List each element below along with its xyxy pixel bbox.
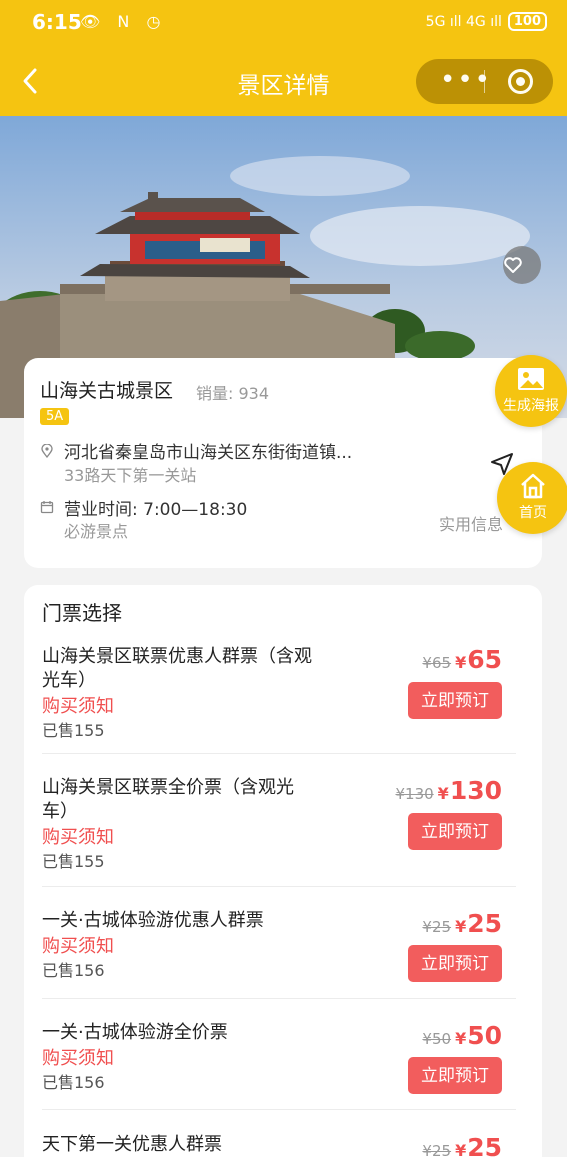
sold-count: 已售155 xyxy=(42,721,105,740)
location-pin-icon xyxy=(41,444,53,458)
favorite-button[interactable] xyxy=(503,246,541,284)
price-group: ¥50 ¥50 xyxy=(422,1021,502,1050)
sold-count: 已售156 xyxy=(42,1073,105,1092)
ticket-item: 山海关景区联票全价票（含观光车） 购买须知 已售155 ¥130 ¥130 立即预… xyxy=(42,776,516,887)
ticket-section-title: 门票选择 xyxy=(42,601,122,625)
status-left-icons: 👁 N ◷ xyxy=(80,12,167,31)
address-text[interactable]: 河北省秦皇岛市山海关区东街街道镇... xyxy=(64,438,352,463)
current-price: ¥65 xyxy=(455,645,502,674)
ticket-item: 一关·古城体验游全价票 购买须知 已售156 ¥50 ¥50 立即预订 xyxy=(42,1021,516,1110)
scenic-info-card: 山海关古城景区 销量: 934 5A 河北省秦皇岛市山海关区东街街道镇... 3… xyxy=(24,358,542,568)
original-price: ¥25 xyxy=(422,1142,452,1157)
status-time: 6:15 xyxy=(32,10,82,34)
battery-icon: 100 xyxy=(507,12,547,31)
sold-count: 已售155 xyxy=(42,852,105,871)
original-price: ¥130 xyxy=(395,785,434,803)
purchase-notice-link[interactable]: 购买须知 xyxy=(42,1044,114,1070)
ticket-selection-card: 门票选择 山海关景区联票优惠人群票（含观光车） 购买须知 已售155 ¥65 ¥6… xyxy=(24,585,542,1157)
capsule-divider xyxy=(484,70,485,93)
book-now-button[interactable]: 立即预订 xyxy=(408,813,502,850)
book-now-button[interactable]: 立即预订 xyxy=(408,945,502,982)
original-price: ¥25 xyxy=(422,918,452,936)
scenic-name: 山海关古城景区 xyxy=(40,380,174,402)
ticket-name: 一关·古城体验游全价票 xyxy=(42,1022,228,1043)
price-group: ¥25 ¥25 xyxy=(422,1133,502,1157)
scenic-tag: 必游景点 xyxy=(64,522,129,541)
current-price: ¥25 xyxy=(455,1133,502,1157)
calendar-icon xyxy=(40,501,54,514)
book-now-button[interactable]: 立即预订 xyxy=(408,682,502,719)
home-button[interactable]: 首页 xyxy=(497,462,567,534)
purchase-notice-link[interactable]: 购买须知 xyxy=(42,823,114,849)
ticket-name: 一关·古城体验游优惠人群票 xyxy=(42,910,264,931)
current-price: ¥50 xyxy=(455,1021,502,1050)
image-icon xyxy=(518,368,544,390)
sales-count: 销量: 934 xyxy=(196,384,270,403)
heart-icon xyxy=(504,257,522,273)
mini-program-capsule: ••• xyxy=(416,59,553,104)
status-right-icons: 5G ıll 4G ıll 100 xyxy=(426,12,547,31)
close-program-button[interactable] xyxy=(508,69,533,94)
price-group: ¥130 ¥130 xyxy=(395,776,502,805)
opening-hours: 营业时间: 7:00—18:30 xyxy=(64,500,248,520)
current-price: ¥130 xyxy=(437,776,502,805)
status-bar: 6:15 👁 N ◷ 5G ıll 4G ıll 100 xyxy=(0,0,567,46)
ticket-item: 一关·古城体验游优惠人群票 购买须知 已售156 ¥25 ¥25 立即预订 xyxy=(42,909,516,999)
header-bar: 6:15 👁 N ◷ 5G ıll 4G ıll 100 景区详情 ••• xyxy=(0,0,567,116)
home-label: 首页 xyxy=(519,505,547,521)
signal-icon: 5G ıll 4G ıll xyxy=(425,13,502,30)
ticket-name: 山海关景区联票全价票（含观光车） xyxy=(42,777,294,822)
purchase-notice-link[interactable]: 购买须知 xyxy=(42,932,114,958)
ticket-item: 山海关景区联票优惠人群票（含观光车） 购买须知 已售155 ¥65 ¥65 立即预… xyxy=(42,645,516,754)
level-badge: 5A xyxy=(40,408,70,425)
practical-info-link[interactable]: 实用信息 xyxy=(439,511,503,535)
current-price: ¥25 xyxy=(455,909,502,938)
home-icon xyxy=(521,473,545,499)
ticket-item: 天下第一关优惠人群票 ¥25 ¥25 xyxy=(42,1133,516,1157)
book-now-button[interactable]: 立即预订 xyxy=(408,1057,502,1094)
original-price: ¥65 xyxy=(422,654,452,672)
ticket-name: 天下第一关优惠人群票 xyxy=(42,1134,222,1155)
sold-count: 已售156 xyxy=(42,961,105,980)
original-price: ¥50 xyxy=(422,1030,452,1048)
bus-stop-text: 33路天下第一关站 xyxy=(64,466,197,485)
purchase-notice-link[interactable]: 购买须知 xyxy=(42,692,114,718)
poster-label: 生成海报 xyxy=(503,398,559,414)
price-group: ¥25 ¥25 xyxy=(422,909,502,938)
price-group: ¥65 ¥65 xyxy=(422,645,502,674)
generate-poster-button[interactable]: 生成海报 xyxy=(495,355,567,427)
ticket-name: 山海关景区联票优惠人群票（含观光车） xyxy=(42,646,312,691)
